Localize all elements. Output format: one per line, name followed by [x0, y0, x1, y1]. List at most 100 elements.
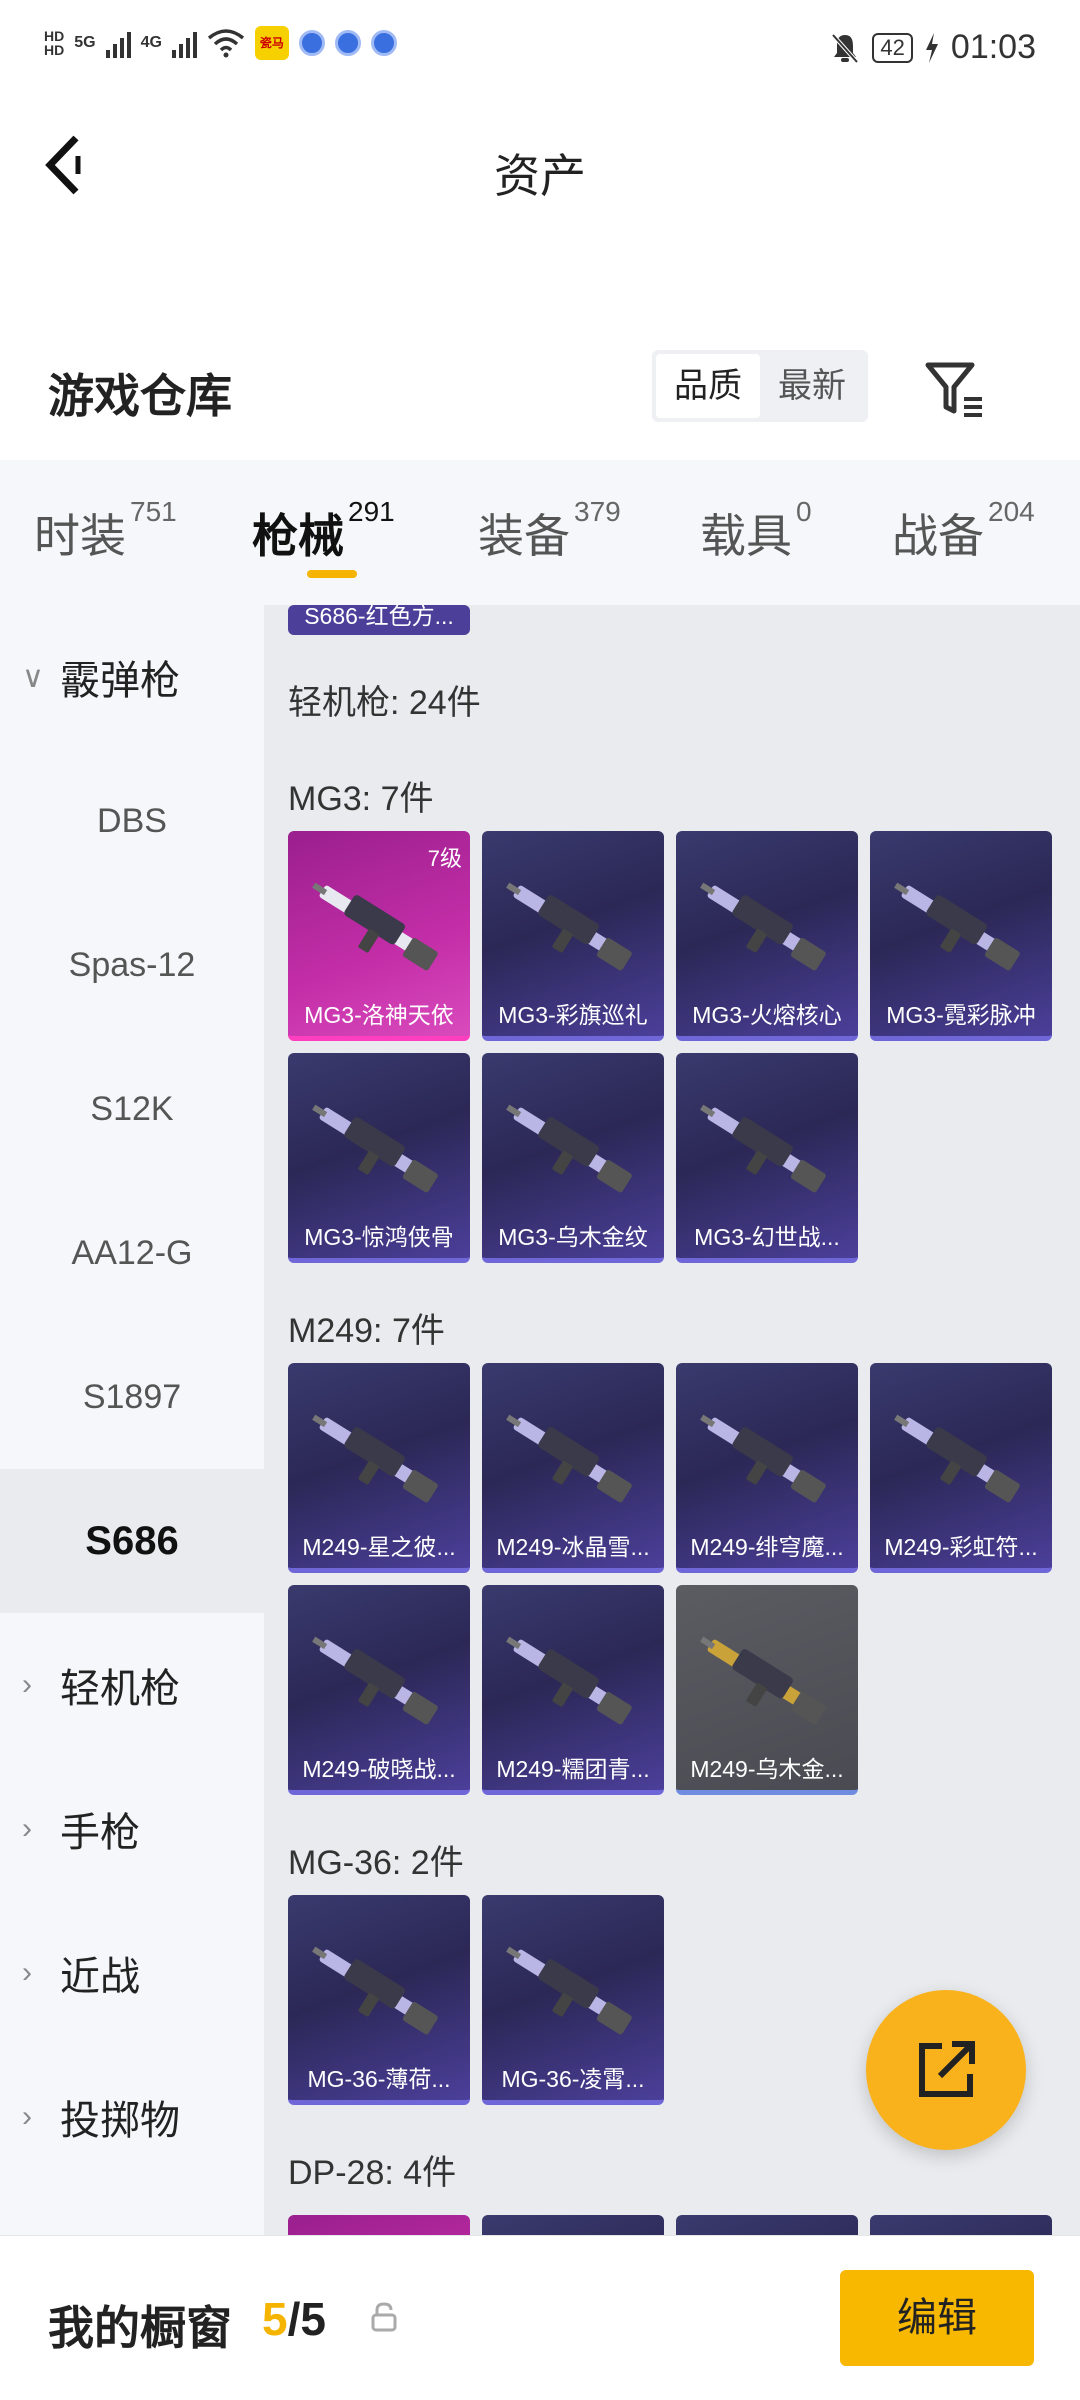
weapon-card-name: MG3-乌木金纹	[498, 1224, 648, 1250]
tab-label: 载具	[700, 510, 792, 562]
weapon-card[interactable]: M249-破晓战...	[288, 1585, 470, 1795]
weapon-image	[506, 1104, 632, 1193]
weapon-type-sidebar: ∨ 霰弹枪 DBS Spas-12 S12K AA12-G S1897 S686…	[0, 605, 264, 2235]
weapon-card[interactable]: M249-绯穹魔...	[676, 1363, 858, 1573]
weapon-card[interactable]: MG3-火熔核心	[676, 831, 858, 1041]
sort-option-newest[interactable]: 最新	[760, 354, 864, 418]
sidebar-item-label: 霰弹枪	[60, 659, 180, 703]
hd-label-2: HD	[44, 42, 65, 58]
sidebar-item-s1897[interactable]: S1897	[0, 1325, 264, 1469]
weapon-card-name: M249-冰晶雪...	[496, 1534, 650, 1560]
share-edit-icon	[919, 2041, 975, 2097]
weapon-card[interactable]: MG3-幻世战...	[676, 1053, 858, 1263]
signal-icon	[105, 28, 131, 58]
group-label-mg36: MG-36: 2件	[288, 1844, 464, 1882]
chevron-right-icon: ›	[22, 1668, 32, 1701]
weapon-card[interactable]: MG3-彩旗巡礼	[482, 831, 664, 1041]
tab-supplies[interactable]: 战备 204	[892, 496, 1035, 566]
showcase-count: 5/5	[262, 2292, 326, 2346]
weapon-image	[312, 1104, 438, 1193]
weapon-image	[700, 882, 826, 971]
weapon-image	[894, 882, 1020, 971]
weapon-card-name: M249-糯团青...	[496, 1756, 650, 1782]
lock-icon	[371, 2302, 397, 2332]
weapon-image	[700, 1636, 826, 1725]
sidebar-group-shotgun[interactable]: ∨ 霰弹枪	[0, 605, 264, 749]
app-header: 资产	[0, 100, 1080, 230]
category-total-label: 轻机枪: 24件	[288, 684, 481, 722]
sort-toggle: 品质 最新	[652, 350, 868, 422]
weapon-card[interactable]: M249-冰晶雪...	[482, 1363, 664, 1573]
weapon-image	[312, 1946, 438, 2035]
network-5g-label: 5G	[74, 34, 96, 51]
weapon-card[interactable]: MG-36-凌霄...	[482, 1895, 664, 2105]
tab-count: 291	[348, 496, 395, 527]
weapon-card[interactable]: MG3-乌木金纹	[482, 1053, 664, 1263]
weapon-card[interactable]: MG-36-薄荷...	[288, 1895, 470, 2105]
weapon-image	[506, 1946, 632, 2035]
filter-icon[interactable]	[920, 355, 990, 425]
sidebar-group-melee[interactable]: › 近战	[0, 1901, 264, 2045]
weapon-card-partial[interactable]	[482, 2215, 664, 2235]
clock: 01:03	[950, 28, 1036, 66]
tab-count: 204	[988, 496, 1035, 527]
sidebar-item-aa12g[interactable]: AA12-G	[0, 1181, 264, 1325]
weapon-card-name: M249-乌木金...	[690, 1756, 844, 1782]
sidebar-group-lmg[interactable]: › 轻机枪	[0, 1613, 264, 1757]
weapon-card-partial[interactable]: S686-红色方...	[288, 605, 470, 635]
edit-showcase-button[interactable]: 编辑	[840, 2270, 1034, 2366]
share-fab-button[interactable]	[866, 1990, 1026, 2150]
group-label-mg3: MG3: 7件	[288, 780, 434, 818]
weapon-card[interactable]: M249-星之彼...	[288, 1363, 470, 1573]
category-tabs: 时装 751 枪械 291 装备 379 载具 0 战备 204	[0, 460, 1080, 605]
weapon-card-partial[interactable]	[288, 2215, 470, 2235]
charging-icon	[925, 32, 938, 63]
showcase-bar: 我的橱窗 5/5 编辑	[0, 2235, 1080, 2400]
showcase-label: 我的橱窗	[48, 2302, 232, 2354]
weapon-card[interactable]: M249-彩虹符...	[870, 1363, 1052, 1573]
network-4g-label: 4G	[140, 34, 162, 51]
weapon-card-name: MG3-惊鸿侠骨	[304, 1224, 454, 1250]
weapon-card-partial[interactable]	[676, 2215, 858, 2235]
chevron-right-icon: ›	[22, 2100, 32, 2133]
weapon-card-name: M249-彩虹符...	[884, 1534, 1038, 1560]
status-right: 42 01:03	[830, 28, 1036, 67]
weapon-card-partial[interactable]	[870, 2215, 1052, 2235]
sidebar-group-pistol[interactable]: › 手枪	[0, 1757, 264, 1901]
showcase-count-separator: /	[287, 2293, 301, 2345]
sidebar-item-s686[interactable]: S686	[0, 1469, 264, 1613]
status-left: HD HD 5G 4G 瓷马	[44, 26, 397, 60]
sidebar-item-dbs[interactable]: DBS	[0, 749, 264, 893]
tab-fashion[interactable]: 时装 751	[34, 496, 177, 566]
wifi-icon	[207, 29, 245, 58]
active-tab-indicator	[307, 570, 357, 578]
weapon-card[interactable]: MG3-惊鸿侠骨	[288, 1053, 470, 1263]
sidebar-item-spas12[interactable]: Spas-12	[0, 893, 264, 1037]
weapon-card-name: MG3-火熔核心	[692, 1002, 842, 1028]
weapon-card-name: MG3-霓彩脉冲	[886, 1002, 1036, 1028]
tab-equipment[interactable]: 装备 379	[478, 496, 621, 566]
weapon-card-name: MG3-幻世战...	[694, 1224, 840, 1250]
weapon-card-name: MG-36-薄荷...	[307, 2066, 451, 2092]
sidebar-item-label: 轻机枪	[60, 1667, 180, 1711]
sort-option-quality[interactable]: 品质	[656, 354, 760, 418]
tab-label: 装备	[478, 510, 570, 562]
page-title: 资产	[494, 150, 586, 202]
showcase-count-current: 5	[262, 2293, 288, 2345]
weapon-card-name: M249-绯穹魔...	[690, 1534, 844, 1560]
tab-weapons[interactable]: 枪械 291	[252, 496, 395, 566]
sidebar-group-throwables[interactable]: › 投掷物	[0, 2045, 264, 2189]
weapon-image	[894, 1414, 1020, 1503]
weapon-image	[506, 1636, 632, 1725]
weapon-image	[506, 882, 632, 971]
weapon-card[interactable]: 7级 MG3-洛神天依	[288, 831, 470, 1041]
tab-vehicles[interactable]: 载具 0	[700, 496, 812, 566]
weapon-image	[700, 1414, 826, 1503]
weapon-card[interactable]: MG3-霓彩脉冲	[870, 831, 1052, 1041]
sidebar-item-s12k[interactable]: S12K	[0, 1037, 264, 1181]
weapon-card[interactable]: M249-乌木金...	[676, 1585, 858, 1795]
weapon-card-name: MG3-洛神天依	[304, 1002, 454, 1028]
weapon-card-name: M249-星之彼...	[302, 1534, 456, 1560]
weapon-card[interactable]: M249-糯团青...	[482, 1585, 664, 1795]
battery-level: 42	[872, 32, 913, 63]
